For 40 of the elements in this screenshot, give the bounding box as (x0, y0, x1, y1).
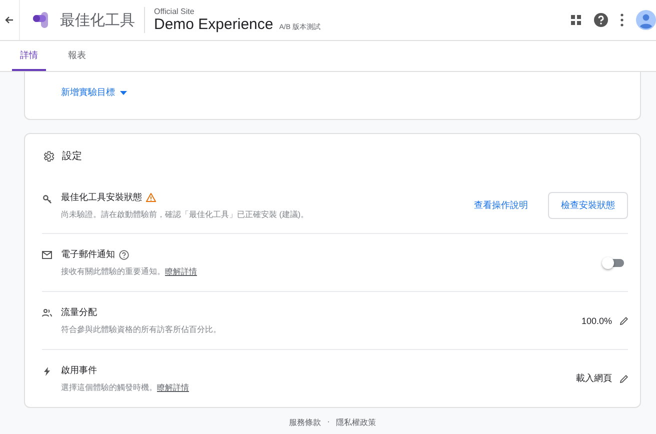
setting-description: 選擇這個體驗的觸發時機。 (61, 383, 157, 392)
footer-link[interactable]: 服務條款 (289, 417, 322, 428)
setting-title: 電子郵件通知 (61, 248, 115, 261)
container-name: Official Site (154, 7, 196, 16)
setting-title: 啟用事件 (61, 364, 97, 377)
key-icon (42, 195, 52, 204)
product-name: 最佳化工具 (60, 10, 135, 30)
setting-value: 載入網頁 (576, 372, 612, 385)
setting-title: 流量分配 (61, 306, 97, 319)
view-instructions-link[interactable]: 查看操作說明 (462, 199, 540, 212)
setting-title: 最佳化工具安裝狀態 (61, 191, 142, 204)
setting-description: 接收有關此體驗的重要通知。 (61, 267, 165, 276)
more-options-icon[interactable] (620, 13, 624, 27)
footer-link[interactable]: 隱私權政策 (336, 417, 376, 428)
caret-icon (120, 90, 127, 94)
separator-dot: · (327, 417, 330, 428)
settings-icon (42, 150, 55, 162)
setting-description: 符合參與此體驗資格的所有訪客所佔百分比。 (61, 325, 221, 334)
people-icon (42, 309, 52, 317)
learn-more-link[interactable]: 瞭解詳情 (157, 383, 189, 392)
bolt-icon (44, 367, 50, 376)
experience-title: Demo Experience (154, 16, 274, 33)
warning-icon (146, 193, 156, 202)
apps-grid-icon[interactable] (570, 14, 582, 26)
edit-pencil-icon[interactable] (620, 374, 628, 382)
setting-description: 尚未驗證。請在啟動體驗前，確認「最佳化工具」已正確安裝 (建議)。 (61, 210, 309, 219)
learn-more-link[interactable]: 瞭解詳情 (165, 267, 197, 276)
help-outline-icon[interactable] (119, 250, 129, 260)
help-icon[interactable] (594, 13, 608, 27)
settings-title: 設定 (62, 150, 82, 163)
setting-value: 100.0% (581, 316, 612, 326)
check-install-button[interactable]: 檢查安裝狀態 (548, 192, 628, 219)
mail-icon (42, 251, 52, 259)
back-arrow-icon[interactable] (4, 15, 14, 25)
edit-pencil-icon[interactable] (620, 316, 628, 324)
toggle-switch[interactable] (604, 258, 624, 266)
product-logo-icon (32, 11, 50, 29)
avatar-icon[interactable] (636, 10, 656, 30)
add-objective-link[interactable]: 新增實驗目標 (61, 86, 127, 99)
tab[interactable]: 報表 (60, 41, 94, 71)
